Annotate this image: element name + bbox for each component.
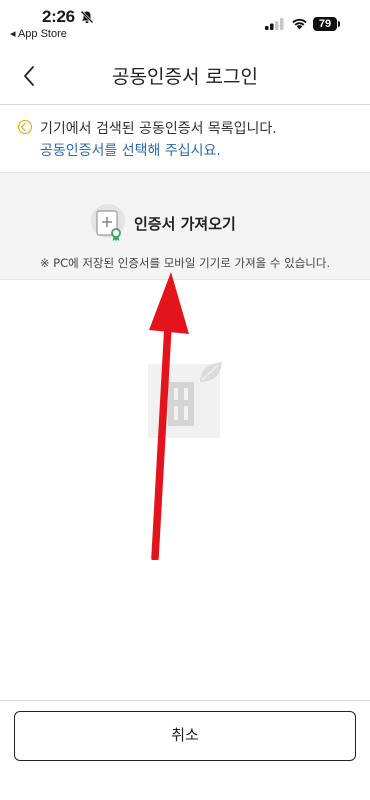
footer-divider: [0, 700, 370, 701]
info-circle-icon: [18, 120, 32, 134]
notice-instruction: 공동인증서를 선택해 주십시요.: [40, 143, 221, 159]
import-description: ※ PC에 저장된 인증서를 모바일 기기로 가져올 수 있습니다.: [39, 256, 331, 270]
notice-text: 기기에서 검색된 공동인증서 목록입니다.: [40, 121, 277, 137]
cancel-button[interactable]: 취소: [14, 711, 356, 761]
battery-icon: 79: [313, 17, 337, 31]
navigation-bar: 공동인증서 로그인: [0, 48, 370, 105]
import-certificate-button[interactable]: 인증서 가져오기 ※ PC에 저장된 인증서를 모바일 기기로 가져올 수 있습…: [0, 172, 370, 280]
bell-off-icon: [80, 10, 94, 24]
status-bar: 2:26 ◂ App Store 79: [0, 0, 370, 44]
cellular-signal-icon: [265, 18, 284, 30]
red-arrow-annotation: [149, 272, 189, 560]
import-certificate-label: 인증서 가져오기: [134, 215, 236, 233]
back-to-app-store-link[interactable]: ◂ App Store: [10, 27, 67, 40]
page-title: 공동인증서 로그인: [112, 66, 258, 88]
wifi-icon: [292, 18, 307, 30]
battery-tip: [338, 21, 340, 27]
certificate-add-icon: [91, 204, 125, 242]
status-time: 2:26: [42, 7, 75, 26]
